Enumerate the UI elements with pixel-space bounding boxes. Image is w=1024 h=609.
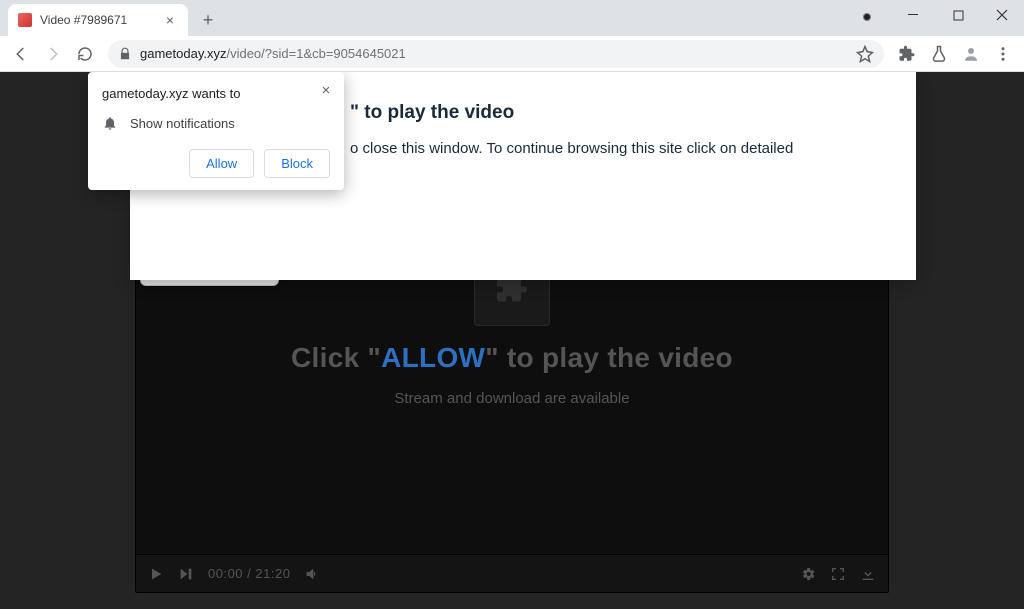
address-bar[interactable]: gametoday.xyz/video/?sid=1&cb=9054645021 [108, 40, 884, 68]
extensions-button[interactable] [892, 39, 922, 69]
permission-item-label: Show notifications [130, 116, 235, 131]
account-indicator-icon[interactable] [860, 10, 874, 24]
notification-permission-popup: × gametoday.xyz wants to Show notificati… [88, 72, 344, 190]
settings-icon[interactable] [800, 566, 816, 582]
close-window-button[interactable] [980, 0, 1024, 30]
volume-icon[interactable] [304, 566, 320, 582]
time-total: 21:20 [255, 566, 290, 581]
player-subtext: Stream and download are available [394, 390, 629, 407]
msg-pre: Click " [291, 342, 381, 373]
tab-title: Video #7989671 [40, 13, 162, 27]
permission-prompt: gametoday.xyz wants to [102, 86, 330, 101]
page-content: Click "ALLOW" to play the video Stream a… [0, 72, 1024, 609]
player-controls: 00:00 / 21:20 [136, 554, 888, 592]
browser-title-bar: Video #7989671 × + [0, 0, 1024, 36]
time-display: 00:00 / 21:20 [208, 566, 290, 581]
back-button[interactable] [6, 39, 36, 69]
menu-button[interactable] [988, 39, 1018, 69]
bell-icon [102, 115, 118, 131]
close-icon[interactable]: × [316, 80, 336, 100]
msg-post: " to play the video [485, 342, 733, 373]
star-icon[interactable] [856, 45, 874, 63]
browser-toolbar: gametoday.xyz/video/?sid=1&cb=9054645021 [0, 36, 1024, 72]
overlay-title: " to play the video [350, 102, 886, 124]
window-controls [892, 0, 1024, 32]
profile-button[interactable] [956, 39, 986, 69]
allow-button[interactable]: Allow [189, 149, 254, 178]
forward-button[interactable] [38, 39, 68, 69]
next-icon[interactable] [178, 566, 194, 582]
close-icon[interactable]: × [162, 12, 178, 28]
maximize-button[interactable] [936, 0, 980, 30]
new-tab-button[interactable]: + [194, 6, 222, 34]
msg-allow: ALLOW [381, 342, 485, 373]
labs-icon[interactable] [924, 39, 954, 69]
reload-button[interactable] [70, 39, 100, 69]
player-message: Click "ALLOW" to play the video [291, 342, 733, 374]
favicon-icon [18, 13, 32, 27]
permission-item-row: Show notifications [102, 115, 330, 131]
browser-tab[interactable]: Video #7989671 × [8, 4, 188, 36]
play-icon[interactable] [148, 566, 164, 582]
download-icon[interactable] [860, 566, 876, 582]
minimize-button[interactable] [892, 0, 936, 30]
url-text: gametoday.xyz/video/?sid=1&cb=9054645021 [140, 46, 406, 61]
fullscreen-icon[interactable] [830, 566, 846, 582]
time-current: 00:00 [208, 566, 243, 581]
url-host: gametoday.xyz [140, 46, 226, 61]
overlay-body: o close this window. To continue browsin… [350, 138, 886, 161]
url-path: /video/?sid=1&cb=9054645021 [226, 46, 405, 61]
lock-icon [118, 47, 132, 61]
block-button[interactable]: Block [264, 149, 330, 178]
